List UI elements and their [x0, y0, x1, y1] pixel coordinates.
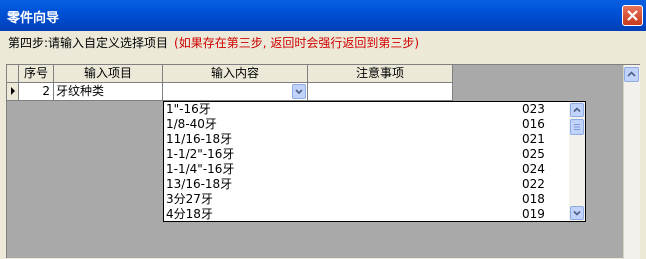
option-name: 3分27牙	[166, 192, 213, 206]
step-note: (如果存在第三步, 返回时会强行返回到第三步)	[174, 36, 420, 50]
option-code: 019	[522, 207, 545, 221]
row-index-cell[interactable]: 2	[19, 83, 54, 101]
option-name: 11/16-18牙	[166, 132, 233, 146]
grip-icon	[574, 124, 580, 130]
option-code: 018	[522, 192, 545, 206]
row-item-cell[interactable]: 牙纹种类	[54, 83, 163, 101]
row-selector[interactable]	[7, 83, 19, 101]
list-item[interactable]: 1"-16牙 023	[166, 102, 566, 117]
chevron-down-icon	[573, 210, 581, 216]
grid-vertical-scrollbar[interactable]	[623, 65, 640, 259]
column-header-note[interactable]: 注意事项	[308, 65, 453, 83]
column-header-value[interactable]: 输入内容	[163, 65, 308, 83]
dropdown-list[interactable]: 1"-16牙 023 1/8-40牙 016 11/16-18牙 021 1-1/2"…	[163, 101, 586, 222]
option-code: 024	[522, 162, 545, 176]
dropdown-scroll-down-button[interactable]	[570, 206, 584, 220]
combo-dropdown-button[interactable]	[292, 84, 306, 99]
option-name: 1/8-40牙	[166, 117, 217, 131]
step-instruction: 第四步:请输入自定义选择项目 (如果存在第三步, 返回时会强行返回到第三步)	[8, 34, 419, 51]
chevron-up-icon	[573, 107, 581, 113]
dropdown-scroll-thumb[interactable]	[570, 119, 584, 135]
row-value-combobox[interactable]	[163, 83, 308, 101]
option-name: 13/16-18牙	[166, 177, 233, 191]
option-name: 1-1/4"-16牙	[166, 162, 235, 176]
row-pointer-icon	[11, 87, 15, 95]
column-header-index[interactable]: 序号	[19, 65, 54, 83]
column-header-item[interactable]: 输入项目	[54, 65, 163, 83]
list-item[interactable]: 1-1/4"-16牙 024	[166, 162, 566, 177]
option-name: 4分18牙	[166, 207, 213, 221]
option-code: 025	[522, 147, 545, 161]
close-icon	[627, 10, 638, 21]
step-bar: 第四步:请输入自定义选择项目 (如果存在第三步, 返回时会强行返回到第三步)	[0, 31, 646, 59]
dropdown-scrollbar[interactable]	[569, 102, 585, 221]
close-button[interactable]	[622, 5, 643, 26]
list-item[interactable]: 11/16-18牙 021	[166, 132, 566, 147]
option-name: 1"-16牙	[166, 102, 211, 116]
option-code: 022	[522, 177, 545, 191]
dropdown-scroll-up-button[interactable]	[570, 103, 584, 117]
grid-scroll-up-button[interactable]	[624, 67, 639, 82]
window-title: 零件向导	[7, 11, 60, 26]
chevron-down-icon	[295, 89, 303, 95]
option-code: 023	[522, 102, 545, 116]
list-item[interactable]: 1/8-40牙 016	[166, 117, 566, 132]
chevron-up-icon	[627, 71, 636, 77]
option-name: 1-1/2"-16牙	[166, 147, 235, 161]
list-item[interactable]: 13/16-18牙 022	[166, 177, 566, 192]
row-note-cell[interactable]	[308, 83, 453, 101]
row-selector-header	[7, 65, 19, 83]
step-label: 第四步:请输入自定义选择项目	[8, 36, 169, 50]
title-bar: 零件向导	[0, 0, 646, 31]
option-code: 016	[522, 117, 545, 131]
list-item[interactable]: 4分18牙 019	[166, 207, 566, 222]
list-item[interactable]: 1-1/2"-16牙 025	[166, 147, 566, 162]
list-item[interactable]: 3分27牙 018	[166, 192, 566, 207]
option-code: 021	[522, 132, 545, 146]
